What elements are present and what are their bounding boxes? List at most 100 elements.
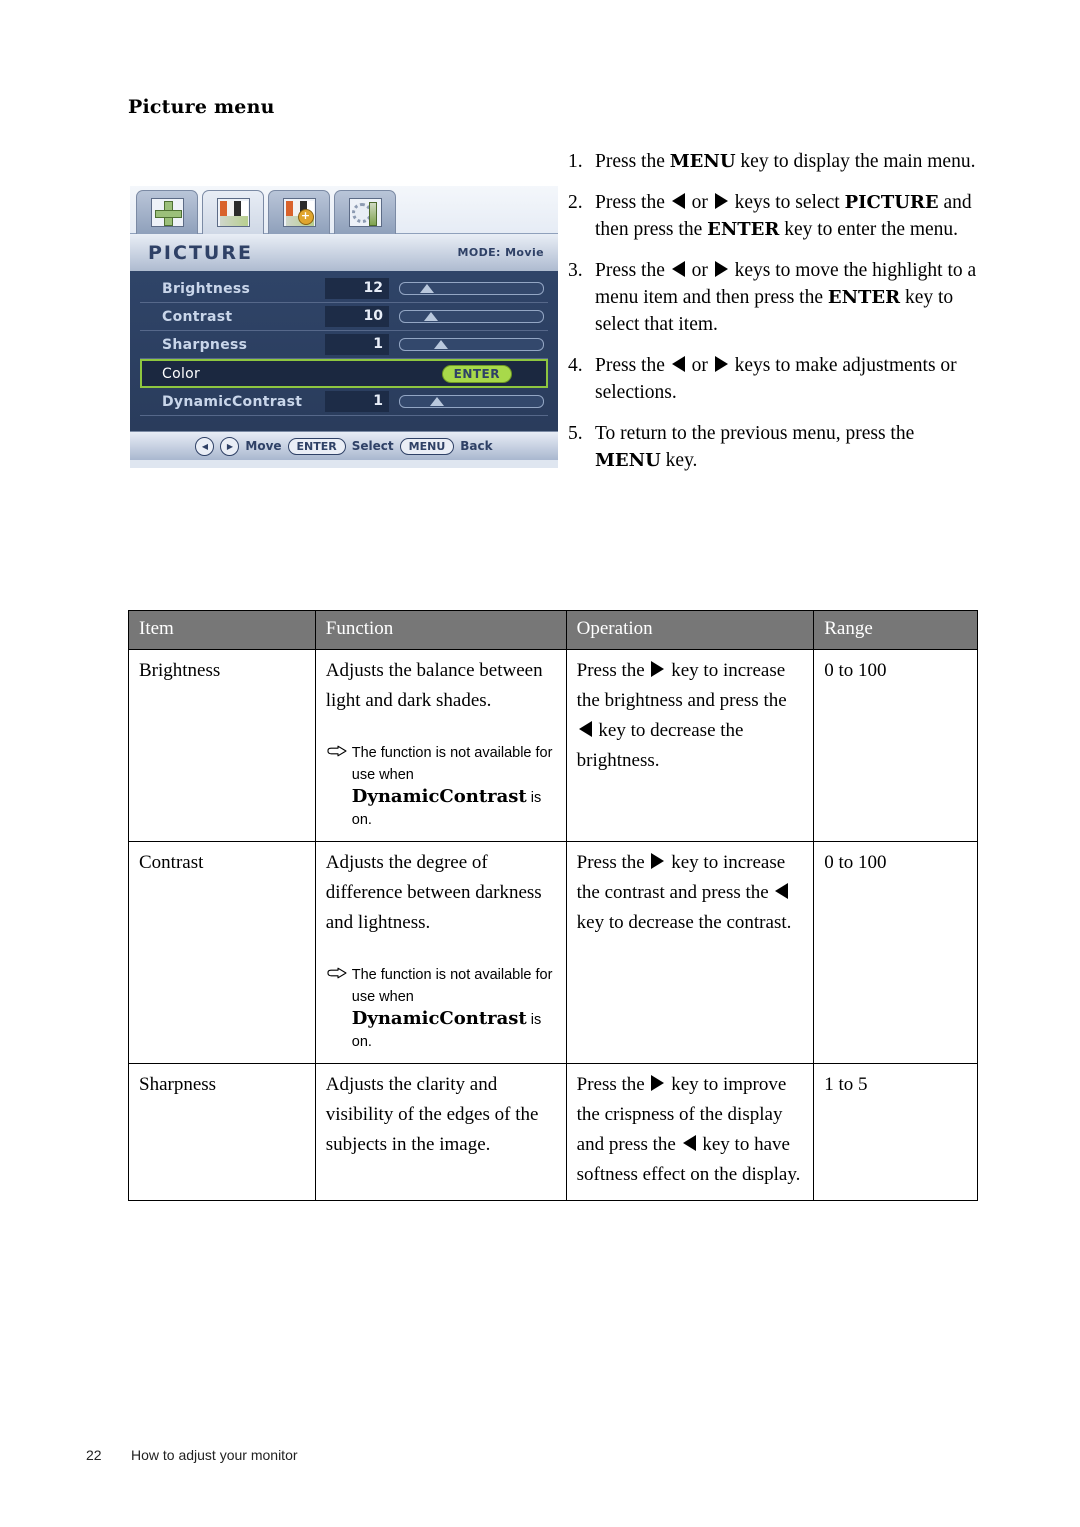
osd-row-color[interactable]: Color ENTER	[140, 359, 548, 388]
osd-tab-picture-advanced[interactable]: +	[268, 190, 330, 234]
pointing-hand-icon	[327, 967, 347, 979]
inline-text: keys to select	[729, 192, 845, 213]
cell-function: Adjusts the degree of difference between…	[314, 841, 567, 1064]
osd-row-sharpness[interactable]: Sharpness 1	[140, 331, 548, 359]
inline-text: The function is not available for use wh…	[351, 745, 553, 783]
osd-move-label: Move	[245, 439, 282, 453]
function-text: Adjusts the degree of difference between…	[325, 852, 542, 933]
osd-slider-knob[interactable]	[430, 397, 445, 406]
osd-tab-system[interactable]	[334, 190, 396, 234]
inline-text: or	[686, 260, 713, 281]
osd-slider-knob[interactable]	[424, 312, 439, 321]
osd-row-value: 1	[325, 334, 389, 355]
osd-row-label: Sharpness	[162, 336, 248, 353]
emphasis-text: ENTER	[827, 287, 901, 308]
step-text: Press the or keys to make adjustments or…	[595, 352, 983, 406]
osd-mode-label: MODE: Movie	[457, 246, 544, 259]
inline-text: The function is not available for use wh…	[351, 967, 553, 1005]
instruction-step-4: 4. Press the or keys to make adjustments …	[568, 352, 983, 406]
cell-operation: Press the key to improve the crispness o…	[565, 1063, 815, 1201]
table-row: Brightness Adjusts the balance between li…	[128, 649, 978, 842]
column-header-range: Range	[813, 610, 978, 650]
inline-text: Press the	[595, 151, 670, 172]
page-title: Picture menu	[128, 96, 275, 118]
left-arrow-icon	[578, 721, 592, 737]
cell-range: 0 to 100	[813, 649, 978, 842]
osd-row-value: 12	[325, 278, 389, 299]
pointing-hand-icon	[326, 964, 352, 1053]
inline-text: or	[686, 192, 713, 213]
table-row: Contrast Adjusts the degree of difference…	[128, 841, 978, 1064]
osd-row-label: Color	[162, 365, 201, 382]
osd-screenshot: + PICTURE MODE: Movie Brightness 12 Contra…	[130, 186, 558, 468]
osd-enter-key[interactable]: ENTER	[287, 437, 346, 455]
inline-text: key to decrease the brightness.	[576, 720, 744, 771]
instruction-step-2: 2. Press the or keys to select PICTURE an…	[568, 189, 983, 243]
osd-slider-knob[interactable]	[434, 340, 449, 349]
instruction-step-1: 1. Press the MENU key to display the main…	[568, 148, 983, 175]
step-text: Press the or keys to move the highlight …	[595, 257, 983, 338]
inline-text: Press the	[576, 1074, 650, 1095]
osd-row-label: Contrast	[162, 308, 233, 325]
cell-operation: Press the key to increase the contrast a…	[565, 841, 815, 1064]
left-arrow-icon	[671, 261, 685, 277]
color-bars-plus-icon: +	[282, 198, 316, 227]
right-arrow-icon	[714, 261, 728, 277]
page-number: 22	[86, 1447, 102, 1463]
inline-text: key to enter the menu.	[779, 219, 959, 240]
left-arrow-icon	[775, 883, 789, 899]
page-footer: 22 How to adjust your monitor	[86, 1447, 298, 1463]
gear-screwdriver-icon	[348, 198, 382, 227]
osd-row-brightness[interactable]: Brightness 12	[140, 275, 548, 303]
cell-item: Brightness	[128, 649, 316, 842]
instruction-step-5: 5. To return to the previous menu, press …	[568, 420, 983, 474]
column-header-function: Function	[314, 610, 567, 650]
osd-select-label: Select	[351, 439, 394, 453]
osd-row-label: DynamicContrast	[162, 393, 303, 410]
osd-slider[interactable]	[399, 310, 544, 323]
osd-row-contrast[interactable]: Contrast 10	[140, 303, 548, 331]
osd-tab-display[interactable]	[136, 190, 198, 234]
osd-slider[interactable]	[399, 395, 544, 408]
cell-range: 0 to 100	[813, 841, 978, 1064]
pointing-hand-icon	[326, 742, 352, 831]
inline-text: key.	[660, 450, 698, 471]
step-text: To return to the previous menu, press th…	[595, 420, 983, 474]
instruction-steps: 1. Press the MENU key to display the main…	[568, 148, 983, 488]
osd-menu-title: PICTURE	[148, 241, 253, 264]
emphasis-text: DynamicContrast	[351, 786, 527, 807]
right-arrow-icon: ▶	[220, 436, 240, 456]
right-arrow-icon	[714, 356, 728, 372]
inline-text: Press the	[576, 852, 650, 873]
cell-item: Sharpness	[128, 1063, 316, 1201]
emphasis-text: MENU	[595, 450, 661, 471]
osd-title-bar: PICTURE MODE: Movie	[130, 233, 558, 271]
osd-slider[interactable]	[399, 338, 544, 351]
four-way-arrows-icon	[150, 198, 184, 227]
osd-tab-bar: +	[130, 186, 558, 234]
inline-text: key to decrease the contrast.	[576, 912, 792, 933]
left-arrow-icon	[671, 356, 685, 372]
step-number: 3.	[568, 260, 583, 281]
emphasis-text: PICTURE	[844, 192, 939, 213]
osd-row-dynamiccontrast[interactable]: DynamicContrast 1	[140, 388, 548, 416]
inline-text: Press the	[576, 660, 650, 681]
osd-menu-key[interactable]: MENU	[399, 437, 455, 455]
table-header-row: Item Function Operation Range	[128, 610, 978, 650]
osd-enter-button[interactable]: ENTER	[441, 365, 512, 383]
emphasis-text: DynamicContrast	[351, 1008, 527, 1029]
inline-text: key to display the main menu.	[735, 151, 976, 172]
left-arrow-icon	[671, 193, 685, 209]
osd-tab-picture[interactable]	[202, 190, 264, 234]
left-arrow-icon: ◀	[195, 436, 215, 456]
osd-hint-bar: ◀ ▶ Move ENTER Select MENU Back	[130, 431, 558, 460]
cell-item: Contrast	[128, 841, 316, 1064]
osd-slider[interactable]	[399, 282, 544, 295]
osd-slider-knob[interactable]	[420, 284, 435, 293]
step-text: Press the MENU key to display the main m…	[595, 148, 983, 175]
osd-row-label: Brightness	[162, 280, 251, 297]
inline-text: or	[686, 355, 713, 376]
inline-text: Press the	[595, 192, 670, 213]
color-bars-icon	[216, 198, 250, 227]
right-arrow-icon	[714, 193, 728, 209]
